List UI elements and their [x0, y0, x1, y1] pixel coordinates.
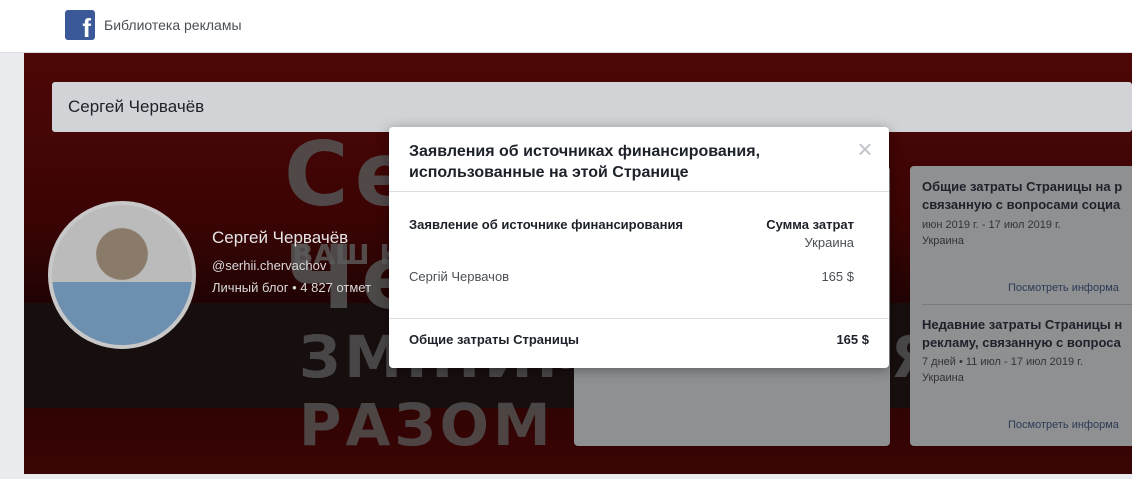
- total-spending-amount: 165 $: [836, 332, 869, 347]
- top-bar: f Библиотека рекламы: [0, 0, 1132, 53]
- recent-spending-dates: 7 дней • 11 июл - 17 июл 2019 г.: [922, 356, 1083, 368]
- total-spending-title: Общие затраты Страницы на р: [922, 179, 1123, 194]
- ad-library-title[interactable]: Библиотека рекламы: [104, 17, 242, 33]
- funding-source-name: Сергій Червачов: [409, 269, 510, 284]
- view-info-link[interactable]: Посмотреть информа: [1008, 282, 1119, 294]
- total-spending-label: Общие затраты Страницы: [409, 332, 579, 347]
- view-info-link-2[interactable]: Посмотреть информа: [1008, 419, 1119, 431]
- divider: [389, 191, 889, 192]
- total-spending-dates: июн 2019 г. - 17 июл 2019 г.: [922, 219, 1061, 231]
- column-header-amount: Сумма затрат: [766, 217, 854, 232]
- divider: [389, 318, 889, 319]
- search-input[interactable]: [52, 82, 1132, 132]
- funding-disclaimers-modal: Заявления об источниках финансирования, …: [389, 127, 889, 368]
- total-spending-country: Украина: [922, 235, 964, 247]
- facebook-logo-icon[interactable]: f: [65, 10, 95, 40]
- profile-meta: Личный блог • 4 827 отмет: [212, 280, 372, 295]
- spending-summary-card: Общие затраты Страницы на р связанную с …: [910, 166, 1132, 446]
- avatar[interactable]: [48, 201, 196, 349]
- close-icon[interactable]: ×: [853, 136, 877, 162]
- profile-handle: @serhii.chervachov: [212, 258, 327, 273]
- profile-name[interactable]: Сергей Червачёв: [212, 228, 348, 248]
- divider: [922, 304, 1132, 305]
- total-spending-title-line2: связанную с вопросами социа: [922, 197, 1121, 212]
- funding-source-amount: 165 $: [821, 269, 854, 284]
- column-header-country: Украина: [804, 235, 855, 250]
- recent-spending-country: Украина: [922, 372, 964, 384]
- recent-spending-title-line2: рекламу, связанную с вопроса: [922, 335, 1121, 350]
- column-header-source: Заявление об источнике финансирования: [409, 217, 684, 232]
- modal-title: Заявления об источниках финансирования, …: [409, 143, 761, 181]
- recent-spending-title: Недавние затраты Страницы н: [922, 317, 1123, 332]
